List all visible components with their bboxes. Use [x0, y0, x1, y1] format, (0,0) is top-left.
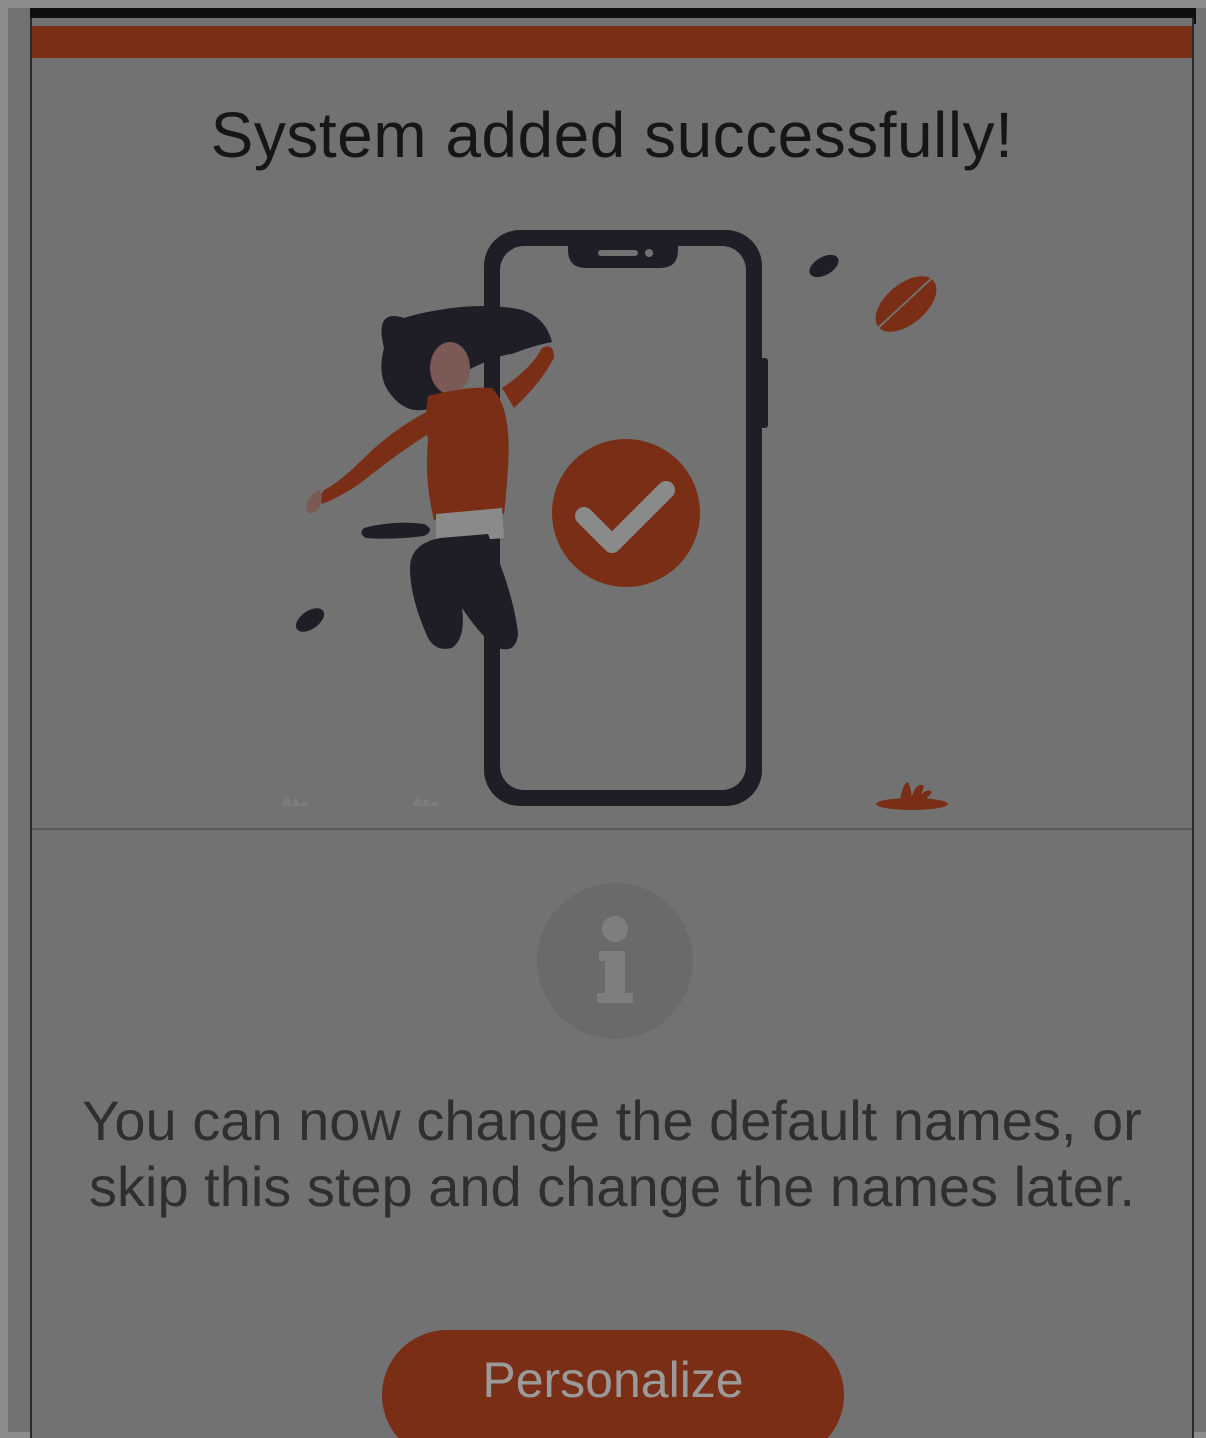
section-divider — [32, 828, 1192, 830]
plant-decoration — [876, 782, 948, 810]
success-dialog: System added successfully! You can now c… — [30, 18, 1194, 1438]
dialog-title: System added successfully! — [210, 99, 1014, 171]
info-message: You can now change the default names, or… — [32, 1088, 1192, 1220]
info-icon — [537, 883, 693, 1039]
grass-decoration — [282, 797, 438, 806]
accent-bar — [32, 26, 1192, 58]
personalize-button[interactable]: Personalize — [382, 1330, 844, 1438]
info-message-line-1: You can now change the default names, or — [82, 1089, 1142, 1152]
screen-frame: System added successfully! You can now c… — [8, 8, 1206, 1438]
info-message-line-2: skip this step and change the names late… — [89, 1155, 1135, 1218]
checkmark-icon — [552, 439, 700, 587]
phone-checkmark-illustration — [282, 230, 948, 810]
